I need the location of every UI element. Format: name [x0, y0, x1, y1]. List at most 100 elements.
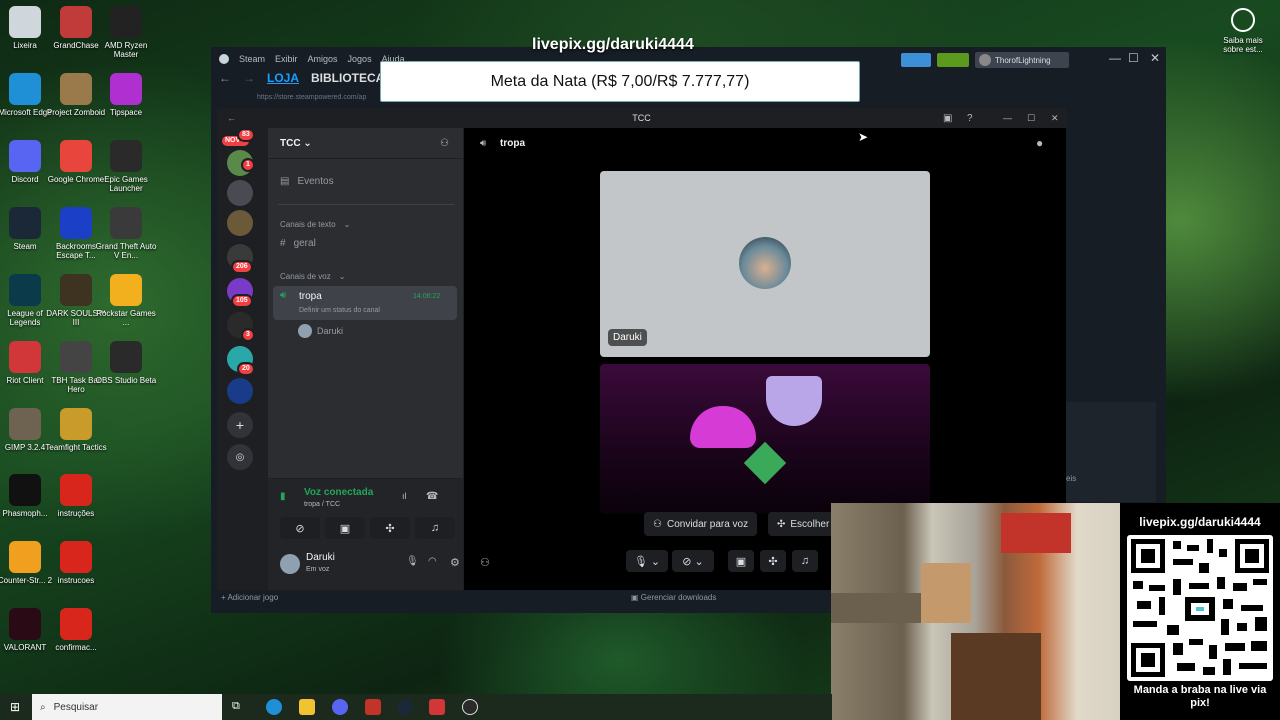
qr-panel: livepix.gg/daruki4444 Manda a braba na l…: [1120, 503, 1280, 720]
voice-status-hint[interactable]: Definir um status do canal: [299, 307, 380, 314]
obs-taskbar-icon[interactable]: [462, 699, 478, 715]
share-screen-button[interactable]: ▣: [728, 550, 754, 572]
steam-manage-downloads[interactable]: ▣ Gerenciar downloads: [631, 593, 716, 602]
back-arrow-icon[interactable]: ←: [227, 113, 236, 123]
speaker-icon: 🔊︎: [280, 290, 287, 301]
noise-suppression-icon[interactable]: ıl: [402, 491, 407, 501]
desktop-shortcut[interactable]: AMD Ryzen Master: [94, 6, 158, 59]
add-member-icon[interactable]: ⚇: [440, 138, 449, 149]
windows-start-icon[interactable]: ⊞: [10, 700, 20, 714]
riot-taskbar-icon[interactable]: [429, 699, 445, 715]
voice-timer: 14:06:22: [413, 293, 441, 300]
server-header[interactable]: TCC ⌄: [280, 138, 312, 149]
microphone-icon[interactable]: 🎙︎: [406, 556, 419, 567]
desktop-shortcut[interactable]: Grand Theft Auto V En...: [94, 207, 158, 260]
participant-name: Daruki: [608, 329, 647, 346]
webcam-box: [921, 563, 971, 623]
participant-avatar: [739, 237, 791, 289]
channel-sidebar: TCC ⌄ ⚇ ▤ Eventos Canais de texto ⌄ # ger…: [268, 128, 463, 590]
edge-taskbar-icon[interactable]: [266, 699, 282, 715]
forward-arrow-icon[interactable]: →: [243, 71, 255, 85]
game-taskbar-icon[interactable]: [365, 699, 381, 715]
steam-maximize-button[interactable]: ☐: [1128, 51, 1139, 65]
mic-toggle-button[interactable]: 🎙︎ ⌄: [626, 550, 668, 572]
shell-icon: [690, 406, 756, 448]
avatar[interactable]: [280, 554, 300, 574]
camera-toggle-button[interactable]: ⊘ ⌄: [672, 550, 714, 572]
signal-icon: ▮: [280, 491, 286, 502]
soundboard-button[interactable]: ♫: [792, 550, 818, 572]
nav-biblioteca[interactable]: BIBLIOTECA: [311, 71, 384, 85]
file-explorer-taskbar-icon[interactable]: [299, 699, 315, 715]
disconnect-icon[interactable]: ☎: [426, 491, 438, 502]
invite-to-voice-button[interactable]: ⚇ Convidar para voz: [644, 512, 758, 536]
headphones-icon[interactable]: ◠: [428, 556, 437, 567]
desktop-shortcut[interactable]: Epic Games Launcher: [94, 140, 158, 193]
help-icon[interactable]: ?: [967, 113, 973, 124]
share-screen-button[interactable]: ▣: [325, 517, 365, 539]
channel-geral[interactable]: # geral: [280, 238, 316, 249]
discord-taskbar-icon[interactable]: [332, 699, 348, 715]
steam-broadcast-button[interactable]: [901, 53, 931, 67]
steam-notification-button[interactable]: [937, 53, 969, 67]
desktop-shortcut[interactable]: Rockstar Games ...: [94, 274, 158, 327]
steam-menu-amigos[interactable]: Amigos: [308, 54, 338, 64]
voice-channel-tropa[interactable]: 🔊︎ tropa 14:06:22 Definir um status do c…: [273, 286, 457, 320]
participant-tile[interactable]: Daruki: [600, 171, 930, 357]
add-person-icon: ⚇: [653, 518, 662, 530]
settings-gear-icon[interactable]: ⚙: [450, 556, 460, 569]
activities-button[interactable]: ✣: [760, 550, 786, 572]
add-server-icon[interactable]: +: [227, 412, 253, 438]
steam-taskbar-icon[interactable]: [397, 699, 413, 715]
taskbar-search[interactable]: ⌕ Pesquisar: [32, 694, 222, 720]
add-person-icon[interactable]: ⚇: [480, 556, 490, 569]
desktop-shortcut[interactable]: instruções: [44, 474, 108, 518]
server-icon[interactable]: [227, 180, 253, 206]
amd-ryzen-icon: [110, 6, 142, 38]
voice-member[interactable]: Daruki: [298, 324, 343, 338]
events-row[interactable]: ▤ Eventos: [280, 176, 334, 187]
desktop-shortcut[interactable]: confirmac...: [44, 608, 108, 652]
riot-icon: [9, 341, 41, 373]
voice-category[interactable]: Canais de voz ⌄: [280, 272, 345, 281]
activities-button[interactable]: ✣: [370, 517, 410, 539]
server-name: TCC: [280, 138, 301, 149]
desktop-shortcut[interactable]: Tipspace: [94, 73, 158, 117]
info-lens-icon: [1231, 8, 1255, 32]
activity-icon: ✣: [777, 518, 786, 530]
soundboard-button[interactable]: ♫: [415, 517, 455, 539]
events-divider: [278, 204, 454, 205]
info-widget[interactable]: Saiba mais sobre est...: [1216, 8, 1270, 54]
zomboid-icon: [60, 73, 92, 105]
desktop-shortcut-label: Epic Games Launcher: [104, 175, 148, 193]
steam-add-game[interactable]: + Adicionar jogo: [221, 593, 278, 602]
task-view-icon[interactable]: ⧉: [232, 700, 240, 713]
steam-menu-exibir[interactable]: Exibir: [275, 54, 298, 64]
voice-category-label: Canais de voz: [280, 272, 331, 281]
discord-minimize-button[interactable]: —: [1003, 113, 1012, 123]
discord-close-button[interactable]: ✕: [1051, 113, 1059, 124]
server-icon[interactable]: [227, 210, 253, 236]
choose-activity-button[interactable]: ✣ Escolher: [768, 512, 839, 536]
user-status: Em voz: [306, 566, 330, 573]
server-icon[interactable]: [227, 378, 253, 404]
steam-minimize-button[interactable]: —: [1109, 51, 1121, 65]
steam-menu-steam[interactable]: Steam: [239, 54, 265, 64]
steam-menu-jogos[interactable]: Jogos: [348, 54, 372, 64]
avatar: [298, 324, 312, 338]
unread-badge: 20: [237, 362, 255, 376]
nav-loja[interactable]: LOJA: [267, 71, 299, 85]
steam-close-button[interactable]: ✕: [1150, 51, 1160, 65]
desktop-shortcut[interactable]: OBS Studio Beta: [94, 341, 158, 385]
explore-icon[interactable]: ◎: [227, 444, 253, 470]
desktop-shortcut[interactable]: instrucoes: [44, 541, 108, 585]
steam-user-menu[interactable]: ThorofLightning: [975, 52, 1069, 68]
back-arrow-icon[interactable]: ←: [219, 71, 231, 85]
discord-maximize-button[interactable]: ☐: [1027, 113, 1035, 124]
text-category[interactable]: Canais de texto ⌄: [280, 220, 350, 229]
chat-bubble-icon[interactable]: ●: [1036, 136, 1043, 150]
desktop-shortcut[interactable]: Teamfight Tactics: [44, 408, 108, 452]
inbox-icon[interactable]: ▣: [943, 113, 952, 124]
camera-off-button[interactable]: ⊘: [280, 517, 320, 539]
activity-tile[interactable]: [600, 364, 930, 514]
